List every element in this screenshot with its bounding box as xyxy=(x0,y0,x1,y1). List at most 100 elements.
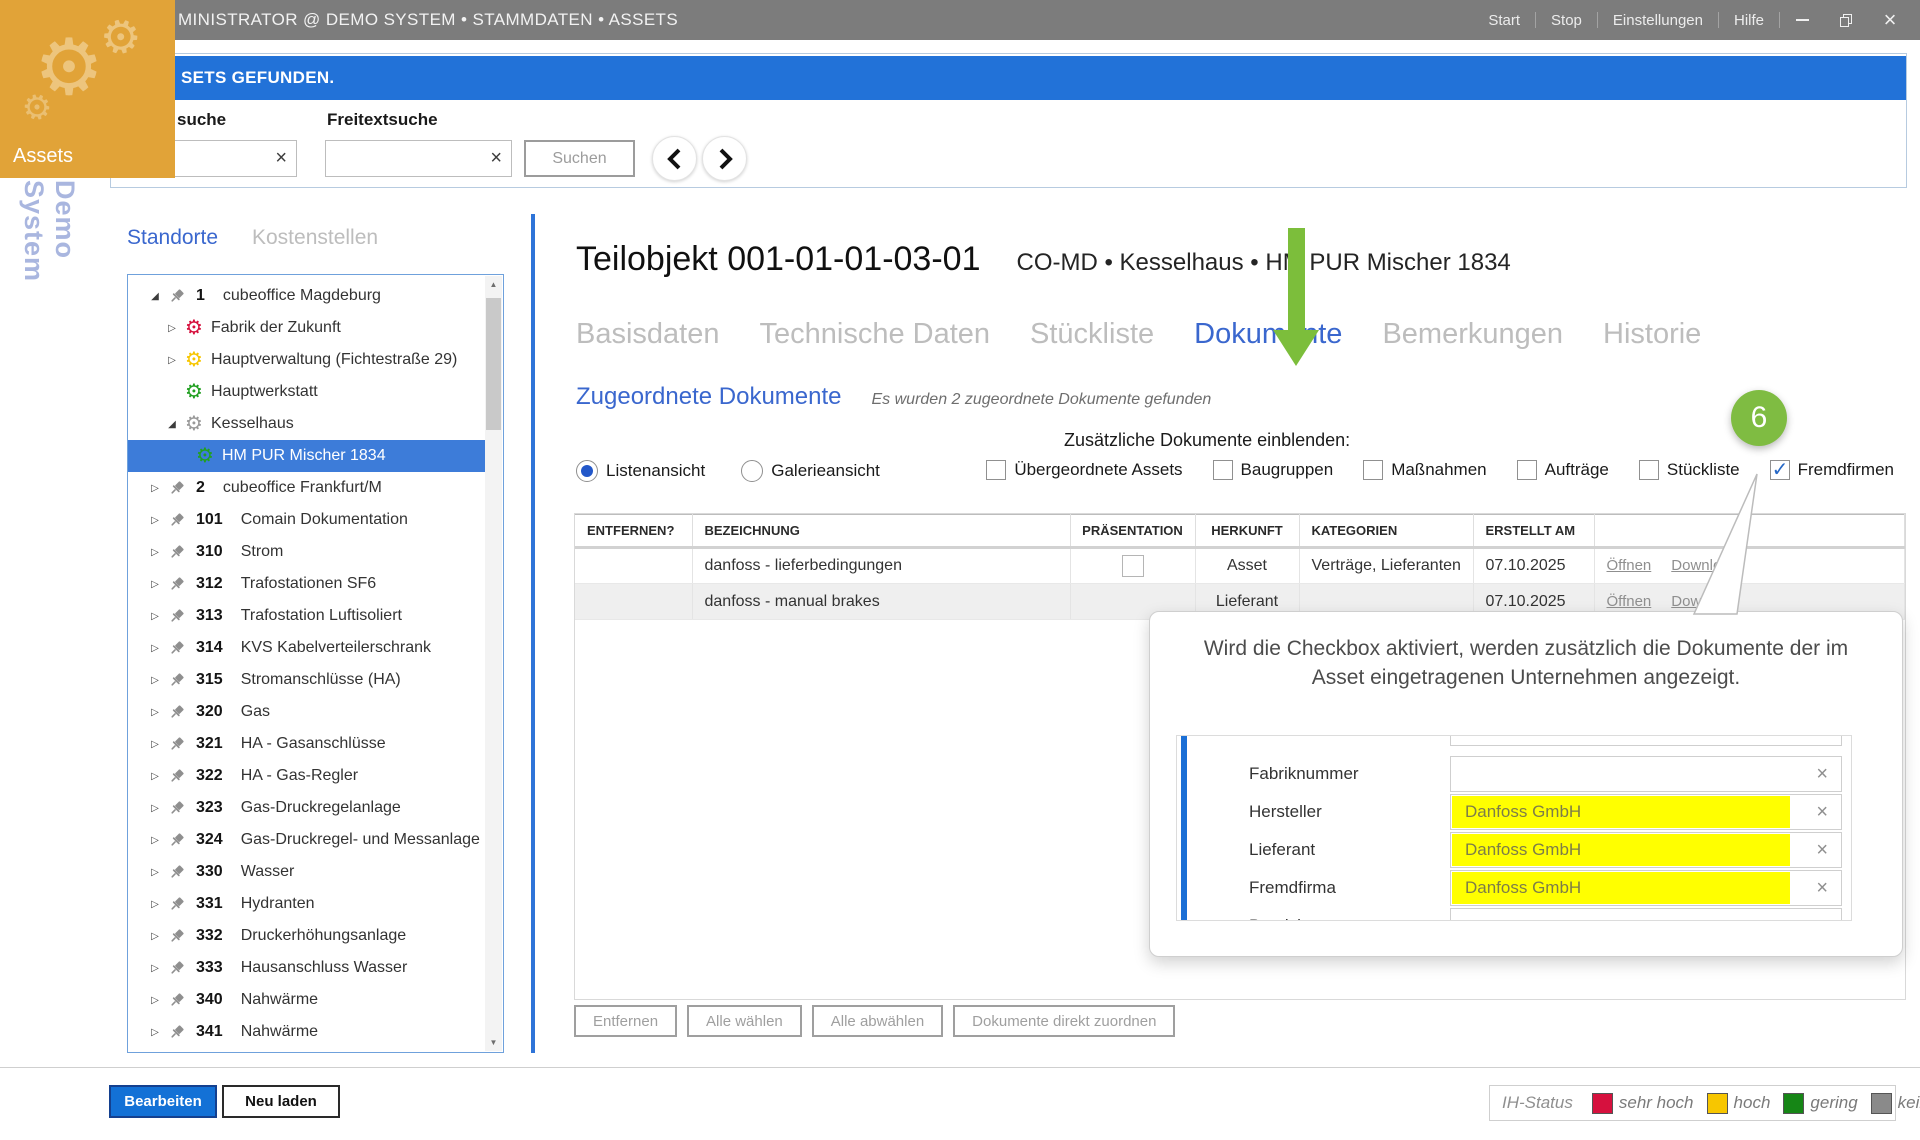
tree-item[interactable]: ⚙HM PUR Mischer 1834 xyxy=(128,440,486,472)
expand-icon[interactable]: ▷ xyxy=(144,707,166,718)
freetext-search-input[interactable]: × xyxy=(325,140,512,177)
tab-stückliste[interactable]: Stückliste xyxy=(1030,318,1154,351)
tree-item[interactable]: ▷331Hydranten xyxy=(128,888,486,920)
presentation-checkbox[interactable] xyxy=(1122,555,1144,577)
checkbox-maßnahmen[interactable] xyxy=(1363,460,1383,480)
expand-icon[interactable]: ▷ xyxy=(144,995,166,1006)
tree-item-label: Trafostation Luftisoliert xyxy=(241,607,402,625)
next-result-button[interactable] xyxy=(702,136,747,181)
tree-item[interactable]: ▷312Trafostationen SF6 xyxy=(128,568,486,600)
edit-button[interactable]: Bearbeiten xyxy=(109,1085,217,1118)
expand-icon[interactable]: ▷ xyxy=(144,739,166,750)
tree-item[interactable]: ▷332Druckerhöhungsanlage xyxy=(128,920,486,952)
expand-icon[interactable]: ▷ xyxy=(161,323,183,334)
tree-item[interactable]: ▷310Strom xyxy=(128,536,486,568)
tab-historie[interactable]: Historie xyxy=(1603,318,1701,351)
scroll-down-icon[interactable]: ▼ xyxy=(485,1034,502,1051)
tab-technische-daten[interactable]: Technische Daten xyxy=(760,318,991,351)
tree-item[interactable]: ▷322HA - Gas-Regler xyxy=(128,760,486,792)
tree-item[interactable]: ▷2cubeoffice Frankfurt/M xyxy=(128,472,486,504)
expand-icon[interactable]: ▷ xyxy=(144,675,166,686)
documents-section-header: Zugeordnete Dokumente Es wurden 2 zugeor… xyxy=(576,383,1211,411)
restore-button[interactable] xyxy=(1824,0,1868,40)
tree-item[interactable]: ▷313Trafostation Luftisoliert xyxy=(128,600,486,632)
clear-icon[interactable]: × xyxy=(1816,833,1828,867)
form-input[interactable]: × xyxy=(1450,735,1842,746)
scroll-up-icon[interactable]: ▲ xyxy=(485,276,502,293)
form-input[interactable]: Danfoss GmbH× xyxy=(1450,832,1842,868)
tree-item[interactable]: ▷323Gas-Druckregelanlage xyxy=(128,792,486,824)
clear-icon[interactable]: × xyxy=(1816,795,1828,829)
clear-icon[interactable]: × xyxy=(1816,757,1828,791)
expand-icon[interactable]: ▷ xyxy=(144,963,166,974)
tab-standorte[interactable]: Standorte xyxy=(127,226,218,250)
action-button-alle-abwählen[interactable]: Alle abwählen xyxy=(812,1005,943,1037)
radio-listenansicht[interactable] xyxy=(576,460,598,482)
expand-icon[interactable]: ▷ xyxy=(144,611,166,622)
tree-item[interactable]: ▷340Nahwärme xyxy=(128,984,486,1016)
tree-item[interactable]: ▷101Comain Dokumentation xyxy=(128,504,486,536)
titlebar-menu-item[interactable]: Stop xyxy=(1536,12,1597,29)
tree-item[interactable]: ▷330Wasser xyxy=(128,856,486,888)
tree-item[interactable]: ▷321HA - Gasanschlüsse xyxy=(128,728,486,760)
clear-icon[interactable]: × xyxy=(275,141,287,176)
collapse-icon[interactable]: ◢ xyxy=(161,419,183,430)
tree-item[interactable]: ◢⚙Kesselhaus xyxy=(128,408,486,440)
checkbox-aufträge[interactable] xyxy=(1517,460,1537,480)
reload-button[interactable]: Neu laden xyxy=(222,1085,340,1118)
expand-icon[interactable]: ▷ xyxy=(144,803,166,814)
expand-icon[interactable]: ▷ xyxy=(144,771,166,782)
clear-icon[interactable]: × xyxy=(490,141,502,176)
minimize-button[interactable] xyxy=(1780,0,1824,40)
tab-basisdaten[interactable]: Basisdaten xyxy=(576,318,720,351)
tree-item[interactable]: ▷320Gas xyxy=(128,696,486,728)
expand-icon[interactable]: ▷ xyxy=(144,579,166,590)
expand-icon[interactable]: ▷ xyxy=(144,835,166,846)
expand-icon[interactable]: ▷ xyxy=(144,643,166,654)
titlebar-menu-item[interactable]: Start xyxy=(1473,12,1535,29)
form-input[interactable]: Danfoss GmbH× xyxy=(1450,794,1842,830)
clear-icon[interactable]: × xyxy=(1816,735,1828,745)
tree-item[interactable]: ▷315Stromanschlüsse (HA) xyxy=(128,664,486,696)
collapse-icon[interactable]: ◢ xyxy=(144,291,166,302)
tree-item[interactable]: ⚙Hauptwerkstatt xyxy=(128,376,486,408)
titlebar-menu-item[interactable]: Hilfe xyxy=(1719,12,1779,29)
expand-icon[interactable]: ▷ xyxy=(144,867,166,878)
form-input[interactable]: Danfoss GmbH× xyxy=(1450,870,1842,906)
radio-galerieansicht[interactable] xyxy=(741,460,763,482)
tree-item[interactable]: ▷⚙Hauptverwaltung (Fichtestraße 29) xyxy=(128,344,486,376)
tree-scrollbar[interactable]: ▲ ▼ xyxy=(485,276,502,1051)
previous-result-button[interactable] xyxy=(652,136,697,181)
tree-item[interactable]: ▷314KVS Kabelverteilerschrank xyxy=(128,632,486,664)
checkbox-übergeordnete-assets[interactable] xyxy=(986,460,1006,480)
search-button[interactable]: Suchen xyxy=(524,140,635,177)
expand-icon[interactable]: ▷ xyxy=(144,483,166,494)
tree-item[interactable]: ▷324Gas-Druckregel- und Messanlage xyxy=(128,824,486,856)
tab-kostenstellen[interactable]: Kostenstellen xyxy=(252,226,378,250)
expand-icon[interactable]: ▷ xyxy=(144,899,166,910)
tree-item[interactable]: ◢1cubeoffice Magdeburg xyxy=(128,280,486,312)
expand-icon[interactable]: ▷ xyxy=(144,1027,166,1038)
action-button-alle-wählen[interactable]: Alle wählen xyxy=(687,1005,802,1037)
tree-item[interactable]: ▷333Hausanschluss Wasser xyxy=(128,952,486,984)
titlebar-menu: StartStopEinstellungenHilfe × xyxy=(1473,0,1912,40)
tab-dokumente[interactable]: Dokumente xyxy=(1194,318,1342,351)
expand-icon[interactable]: ▷ xyxy=(144,931,166,942)
action-button-entfernen[interactable]: Entfernen xyxy=(574,1005,677,1037)
assets-module-tile[interactable]: ⚙ ⚙ ⚙ Assets xyxy=(0,0,175,178)
clear-icon[interactable]: × xyxy=(1816,909,1828,921)
close-button[interactable]: × xyxy=(1868,0,1912,40)
action-button-dokumente-direkt-zuordnen[interactable]: Dokumente direkt zuordnen xyxy=(953,1005,1175,1037)
checkbox-baugruppen[interactable] xyxy=(1213,460,1233,480)
tree-item[interactable]: ▷⚙Fabrik der Zukunft xyxy=(128,312,486,344)
expand-icon[interactable]: ▷ xyxy=(144,515,166,526)
expand-icon[interactable]: ▷ xyxy=(161,355,183,366)
clear-icon[interactable]: × xyxy=(1816,871,1828,905)
titlebar-menu-item[interactable]: Einstellungen xyxy=(1598,12,1718,29)
tree-item[interactable]: ▷341Nahwärme xyxy=(128,1016,486,1048)
form-input[interactable]: × xyxy=(1450,908,1842,921)
expand-icon[interactable]: ▷ xyxy=(144,547,166,558)
scrollbar-thumb[interactable] xyxy=(486,298,501,430)
tab-bemerkungen[interactable]: Bemerkungen xyxy=(1382,318,1563,351)
form-input[interactable]: × xyxy=(1450,756,1842,792)
